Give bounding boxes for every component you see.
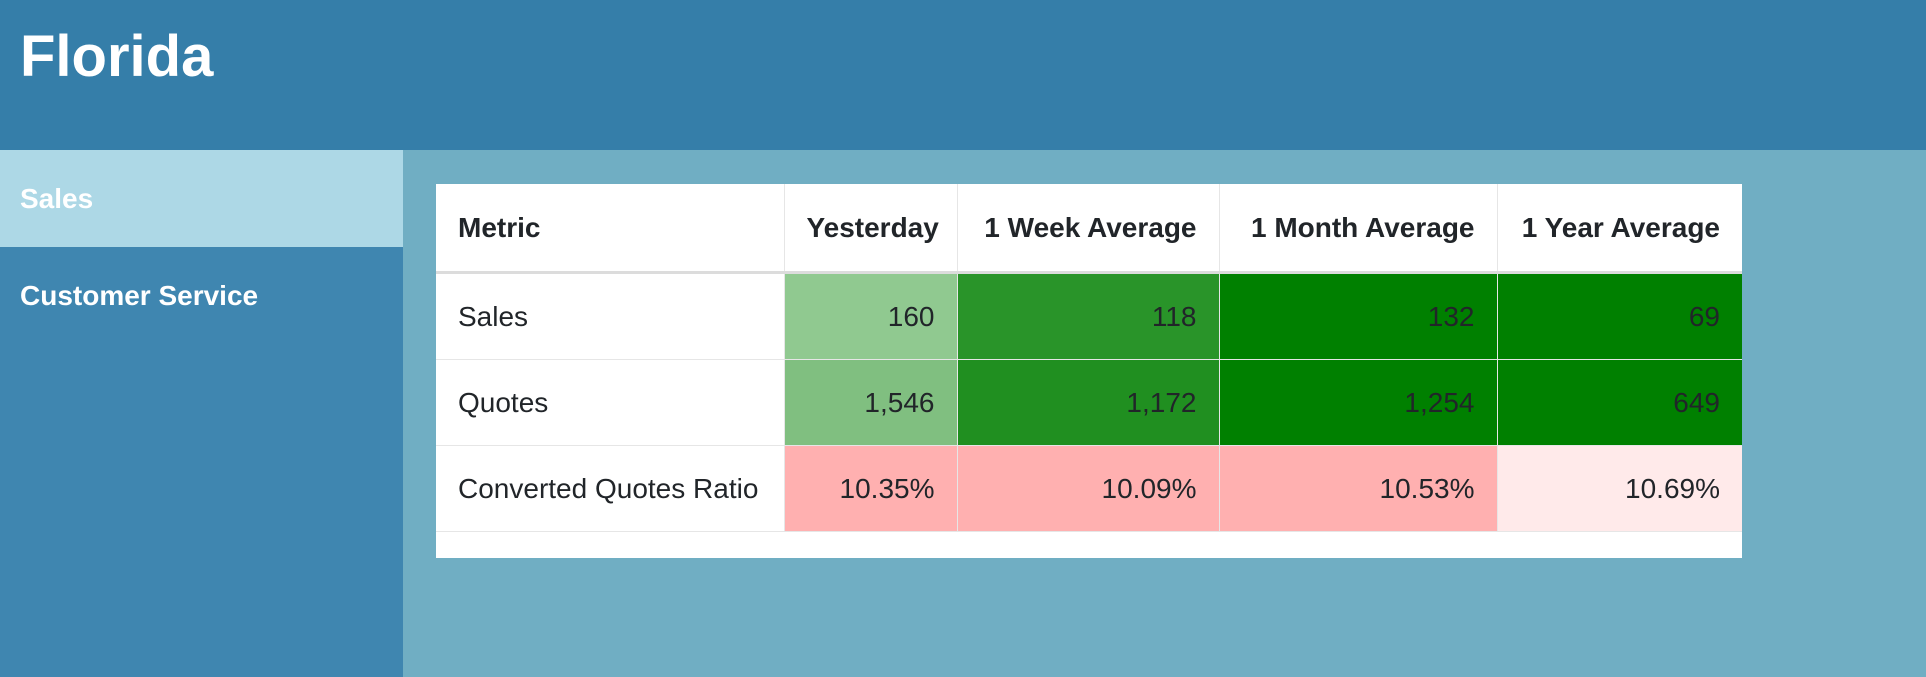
value-cell: 132 bbox=[1219, 272, 1498, 360]
value-cell: 1,546 bbox=[784, 359, 958, 446]
value-cell: 1,172 bbox=[957, 359, 1220, 446]
value-cell: 10.09% bbox=[957, 445, 1220, 532]
value-cell: 10.69% bbox=[1497, 445, 1742, 532]
page-title: Florida bbox=[20, 24, 214, 89]
column-header-1-month-average: 1 Month Average bbox=[1219, 184, 1498, 274]
value-cell: 1,254 bbox=[1219, 359, 1498, 446]
value-cell: 10.53% bbox=[1219, 445, 1498, 532]
page-header: Florida bbox=[0, 0, 1926, 150]
column-header-metric: Metric bbox=[436, 184, 785, 274]
value-cell: 69 bbox=[1497, 272, 1742, 360]
sidebar: Sales Customer Service bbox=[0, 150, 403, 677]
column-header-1-year-average: 1 Year Average bbox=[1497, 184, 1742, 274]
table-row: Quotes 1,546 1,172 1,254 649 bbox=[436, 359, 1742, 446]
value-cell: 10.35% bbox=[784, 445, 958, 532]
table-header-row: Metric Yesterday 1 Week Average 1 Month … bbox=[436, 184, 1742, 274]
sidebar-item-sales[interactable]: Sales bbox=[0, 150, 403, 247]
table-row: Converted Quotes Ratio 10.35% 10.09% 10.… bbox=[436, 445, 1742, 532]
metric-name-cell: Quotes bbox=[436, 359, 785, 446]
metrics-table: Metric Yesterday 1 Week Average 1 Month … bbox=[436, 184, 1742, 532]
metric-name-cell: Converted Quotes Ratio bbox=[436, 445, 785, 532]
metrics-table-card: Metric Yesterday 1 Week Average 1 Month … bbox=[436, 184, 1742, 558]
sidebar-item-customer-service[interactable]: Customer Service bbox=[0, 247, 403, 344]
dashboard-page: Florida Sales Customer Service Metric Ye… bbox=[0, 0, 1926, 677]
value-cell: 118 bbox=[957, 272, 1220, 360]
table-row: Sales 160 118 132 69 bbox=[436, 272, 1742, 360]
column-header-1-week-average: 1 Week Average bbox=[957, 184, 1220, 274]
column-header-yesterday: Yesterday bbox=[784, 184, 958, 274]
value-cell: 649 bbox=[1497, 359, 1742, 446]
metric-name-cell: Sales bbox=[436, 272, 785, 360]
main-content: Metric Yesterday 1 Week Average 1 Month … bbox=[403, 150, 1926, 677]
value-cell: 160 bbox=[784, 272, 958, 360]
